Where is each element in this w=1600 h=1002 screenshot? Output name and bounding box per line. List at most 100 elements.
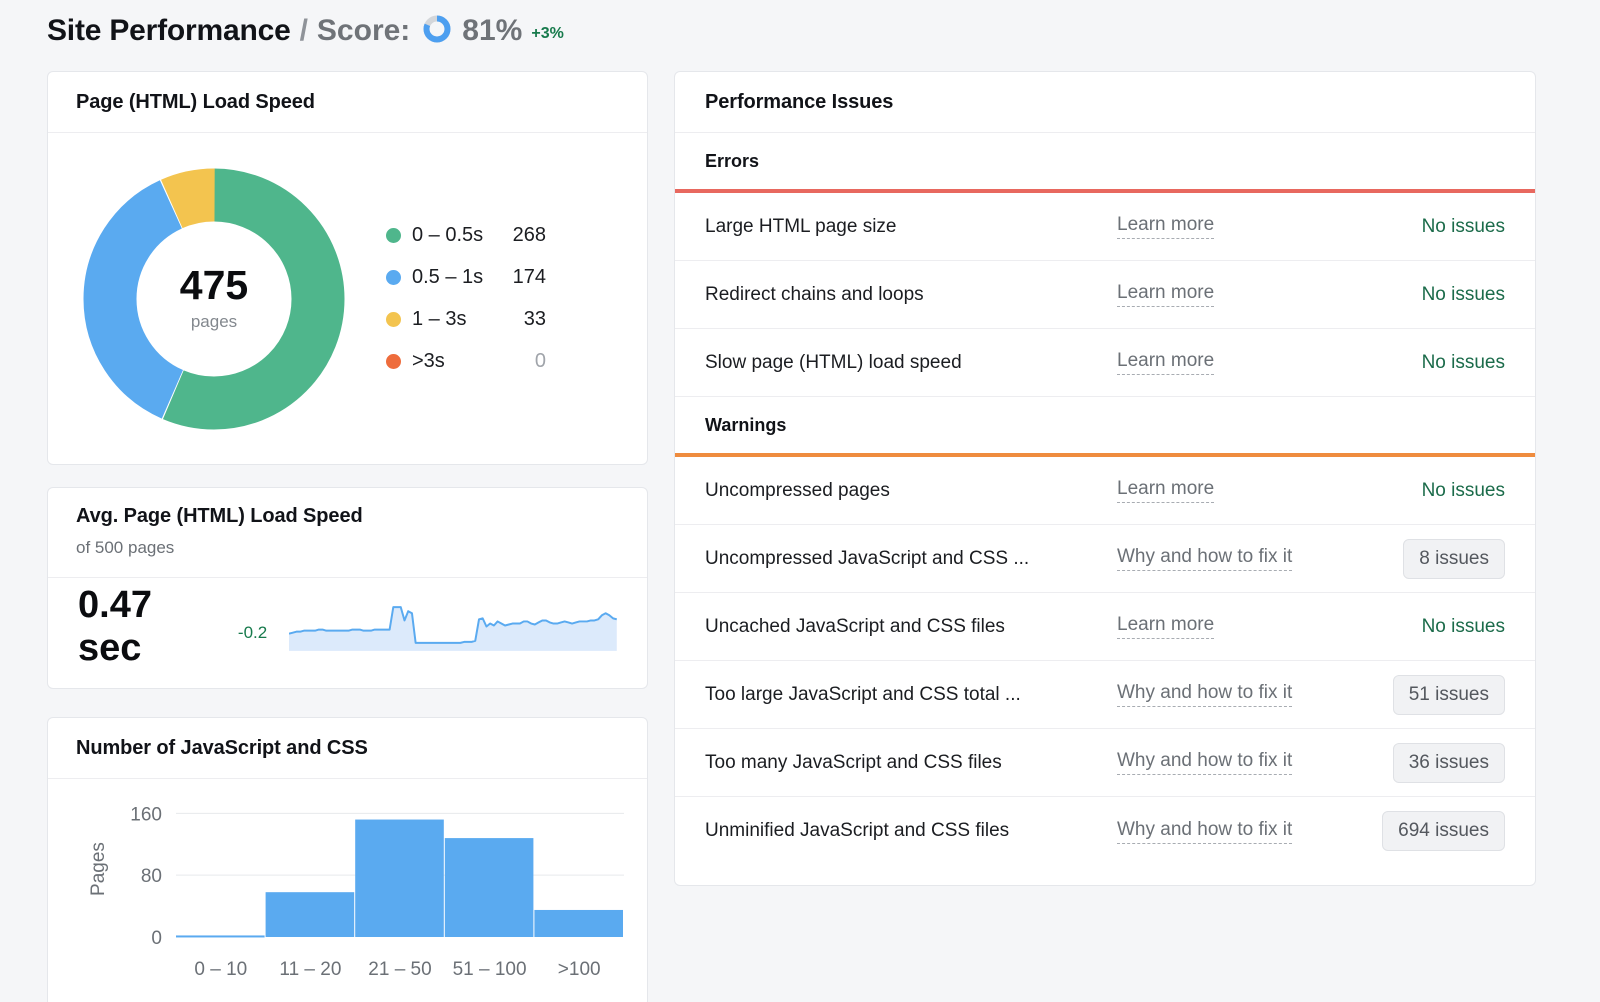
issue-learn-more-link[interactable]: Learn more [1117, 350, 1215, 375]
page-load-speed-title: Page (HTML) Load Speed [76, 90, 315, 113]
issue-row[interactable]: Large HTML page size Learn more No issues [675, 193, 1535, 261]
legend-dot-icon [386, 228, 401, 243]
issue-status-cell: No issues [1365, 284, 1505, 306]
issue-name: Too large JavaScript and CSS total ... [705, 683, 1021, 705]
legend-label: >3s [412, 350, 445, 372]
donut-center-label: 475 pages [78, 163, 350, 435]
issue-name: Redirect chains and loops [705, 283, 924, 305]
issue-name: Uncompressed pages [705, 479, 890, 501]
legend-label: 1 – 3s [412, 308, 467, 330]
performance-issues-list: Errors Large HTML page size Learn more No i… [675, 133, 1535, 865]
page-load-speed-body: 475 pages 0 – 0.5s 268 0.5 – 1s 174 1 – [48, 133, 647, 464]
score-ring-icon [422, 14, 452, 49]
legend-dot-icon [386, 312, 401, 327]
avg-load-speed-delta: -0.2 [237, 623, 268, 642]
svg-text:11 – 20: 11 – 20 [279, 959, 341, 980]
performance-issues-title: Performance Issues [705, 90, 894, 113]
svg-text:>100: >100 [558, 959, 601, 980]
page-load-speed-card-header: Page (HTML) Load Speed [48, 72, 647, 133]
legend-value: 33 [523, 308, 546, 330]
score-delta: +3% [531, 25, 564, 42]
score-label: Score: [316, 14, 411, 47]
issue-row[interactable]: Redirect chains and loops Learn more No is… [675, 261, 1535, 329]
issue-name: Too many JavaScript and CSS files [705, 751, 1002, 773]
js-css-count-card: Number of JavaScript and CSS 0 80 160 0 – 1… [47, 717, 648, 1002]
avg-load-speed-subtitle: of 500 pages [76, 538, 175, 557]
performance-issues-header: Performance Issues [675, 72, 1535, 133]
issue-name: Large HTML page size [705, 215, 897, 237]
legend-value: 0 [534, 350, 546, 372]
legend-item: 1 – 3s 33 [386, 303, 546, 336]
page-title: Site Performance [47, 14, 291, 47]
issue-row[interactable]: Uncompressed JavaScript and CSS ... Why a… [675, 525, 1535, 593]
issue-count-badge[interactable]: 51 issues [1392, 674, 1505, 715]
issue-learn-more-link[interactable]: Learn more [1117, 478, 1215, 503]
issue-row[interactable]: Too large JavaScript and CSS total ... Wh… [675, 661, 1535, 729]
issue-learn-more-link[interactable]: Why and how to fix it [1117, 750, 1293, 775]
issue-no-issues-label: No issues [1421, 215, 1505, 237]
issue-status-cell: No issues [1365, 480, 1505, 502]
avg-load-speed-card: Avg. Page (HTML) Load Speed of 500 pages… [47, 487, 648, 689]
issue-no-issues-label: No issues [1421, 615, 1505, 637]
legend-dot-icon [386, 270, 401, 285]
svg-text:0 – 10: 0 – 10 [194, 959, 247, 980]
svg-text:51 – 100: 51 – 100 [453, 959, 527, 980]
legend-item: >3s 0 [386, 345, 546, 378]
issue-status-cell: 694 issues [1365, 811, 1505, 851]
legend-value: 268 [512, 224, 546, 246]
issue-group-header: Errors [675, 133, 1535, 189]
svg-text:21 – 50: 21 – 50 [368, 959, 431, 980]
avg-load-speed-sparkline [289, 606, 617, 651]
donut-total-value: 475 [179, 262, 249, 308]
js-css-count-body: 0 80 160 0 – 10 11 – 20 21 – 50 51 – 100 >100 Pa… [48, 779, 647, 1002]
legend-dot-icon [386, 354, 401, 369]
issue-status-cell: No issues [1365, 352, 1505, 374]
issue-group-header: Warnings [675, 397, 1535, 453]
avg-load-speed-value: 0.47 sec [78, 584, 152, 669]
js-css-bar-chart: 0 80 160 0 – 10 11 – 20 21 – 50 51 – 100 >100 Pa… [88, 804, 624, 980]
js-css-count-title: Number of JavaScript and CSS [76, 736, 368, 759]
issue-no-issues-label: No issues [1421, 479, 1505, 501]
issue-learn-more-link[interactable]: Learn more [1117, 614, 1215, 639]
issue-status-cell: No issues [1365, 616, 1505, 638]
issue-learn-more-link[interactable]: Why and how to fix it [1117, 682, 1293, 707]
issue-status-cell: 51 issues [1365, 674, 1505, 715]
score-value: 81% [462, 14, 523, 47]
js-css-count-card-header: Number of JavaScript and CSS [48, 718, 647, 779]
legend-item: 0 – 0.5s 268 [386, 219, 546, 252]
svg-text:0: 0 [151, 928, 162, 949]
issue-learn-more-link[interactable]: Learn more [1117, 214, 1215, 239]
performance-issues-panel: Performance Issues Errors Large HTML page… [674, 71, 1536, 886]
legend-label: 0 – 0.5s [412, 224, 484, 246]
issue-row[interactable]: Too many JavaScript and CSS files Why and… [675, 729, 1535, 797]
issue-group-title: Warnings [705, 414, 787, 435]
issue-learn-more-link[interactable]: Why and how to fix it [1117, 819, 1293, 844]
title-separator: / [299, 14, 308, 47]
issue-row[interactable]: Uncached JavaScript and CSS files Learn m… [675, 593, 1535, 661]
issue-no-issues-label: No issues [1421, 283, 1505, 305]
issue-status-cell: 36 issues [1365, 742, 1505, 783]
issue-name: Unminified JavaScript and CSS files [705, 820, 1010, 841]
issue-group-title: Errors [705, 150, 760, 171]
issue-row[interactable]: Unminified JavaScript and CSS files Why a… [675, 797, 1535, 865]
issue-name: Uncompressed JavaScript and CSS ... [705, 547, 1030, 569]
issue-count-badge[interactable]: 694 issues [1382, 811, 1505, 851]
issue-row[interactable]: Slow page (HTML) load speed Learn more No … [675, 329, 1535, 397]
issue-count-badge[interactable]: 36 issues [1392, 742, 1505, 783]
legend-value: 174 [512, 266, 546, 288]
issue-row[interactable]: Uncompressed pages Learn more No issues [675, 457, 1535, 525]
legend-label: 0.5 – 1s [412, 266, 484, 288]
load-speed-legend: 0 – 0.5s 268 0.5 – 1s 174 1 – 3s 33 >3s … [386, 219, 546, 378]
issue-name: Uncached JavaScript and CSS files [705, 615, 1005, 637]
svg-text:Pages: Pages [88, 842, 109, 896]
issue-count-badge[interactable]: 8 issues [1403, 538, 1505, 579]
avg-load-speed-body: 0.47 sec -0.2 [48, 578, 647, 676]
site-performance-page: Site Performance / Score: 81% +3% Page (… [0, 0, 1600, 1002]
issue-status-cell: No issues [1365, 216, 1505, 238]
issue-learn-more-link[interactable]: Why and how to fix it [1117, 546, 1293, 571]
donut-total-unit: pages [190, 312, 238, 331]
legend-item: 0.5 – 1s 174 [386, 261, 546, 294]
svg-text:160: 160 [130, 804, 162, 825]
issue-learn-more-link[interactable]: Learn more [1117, 282, 1215, 307]
avg-load-speed-card-header: Avg. Page (HTML) Load Speed of 500 pages [48, 488, 647, 578]
